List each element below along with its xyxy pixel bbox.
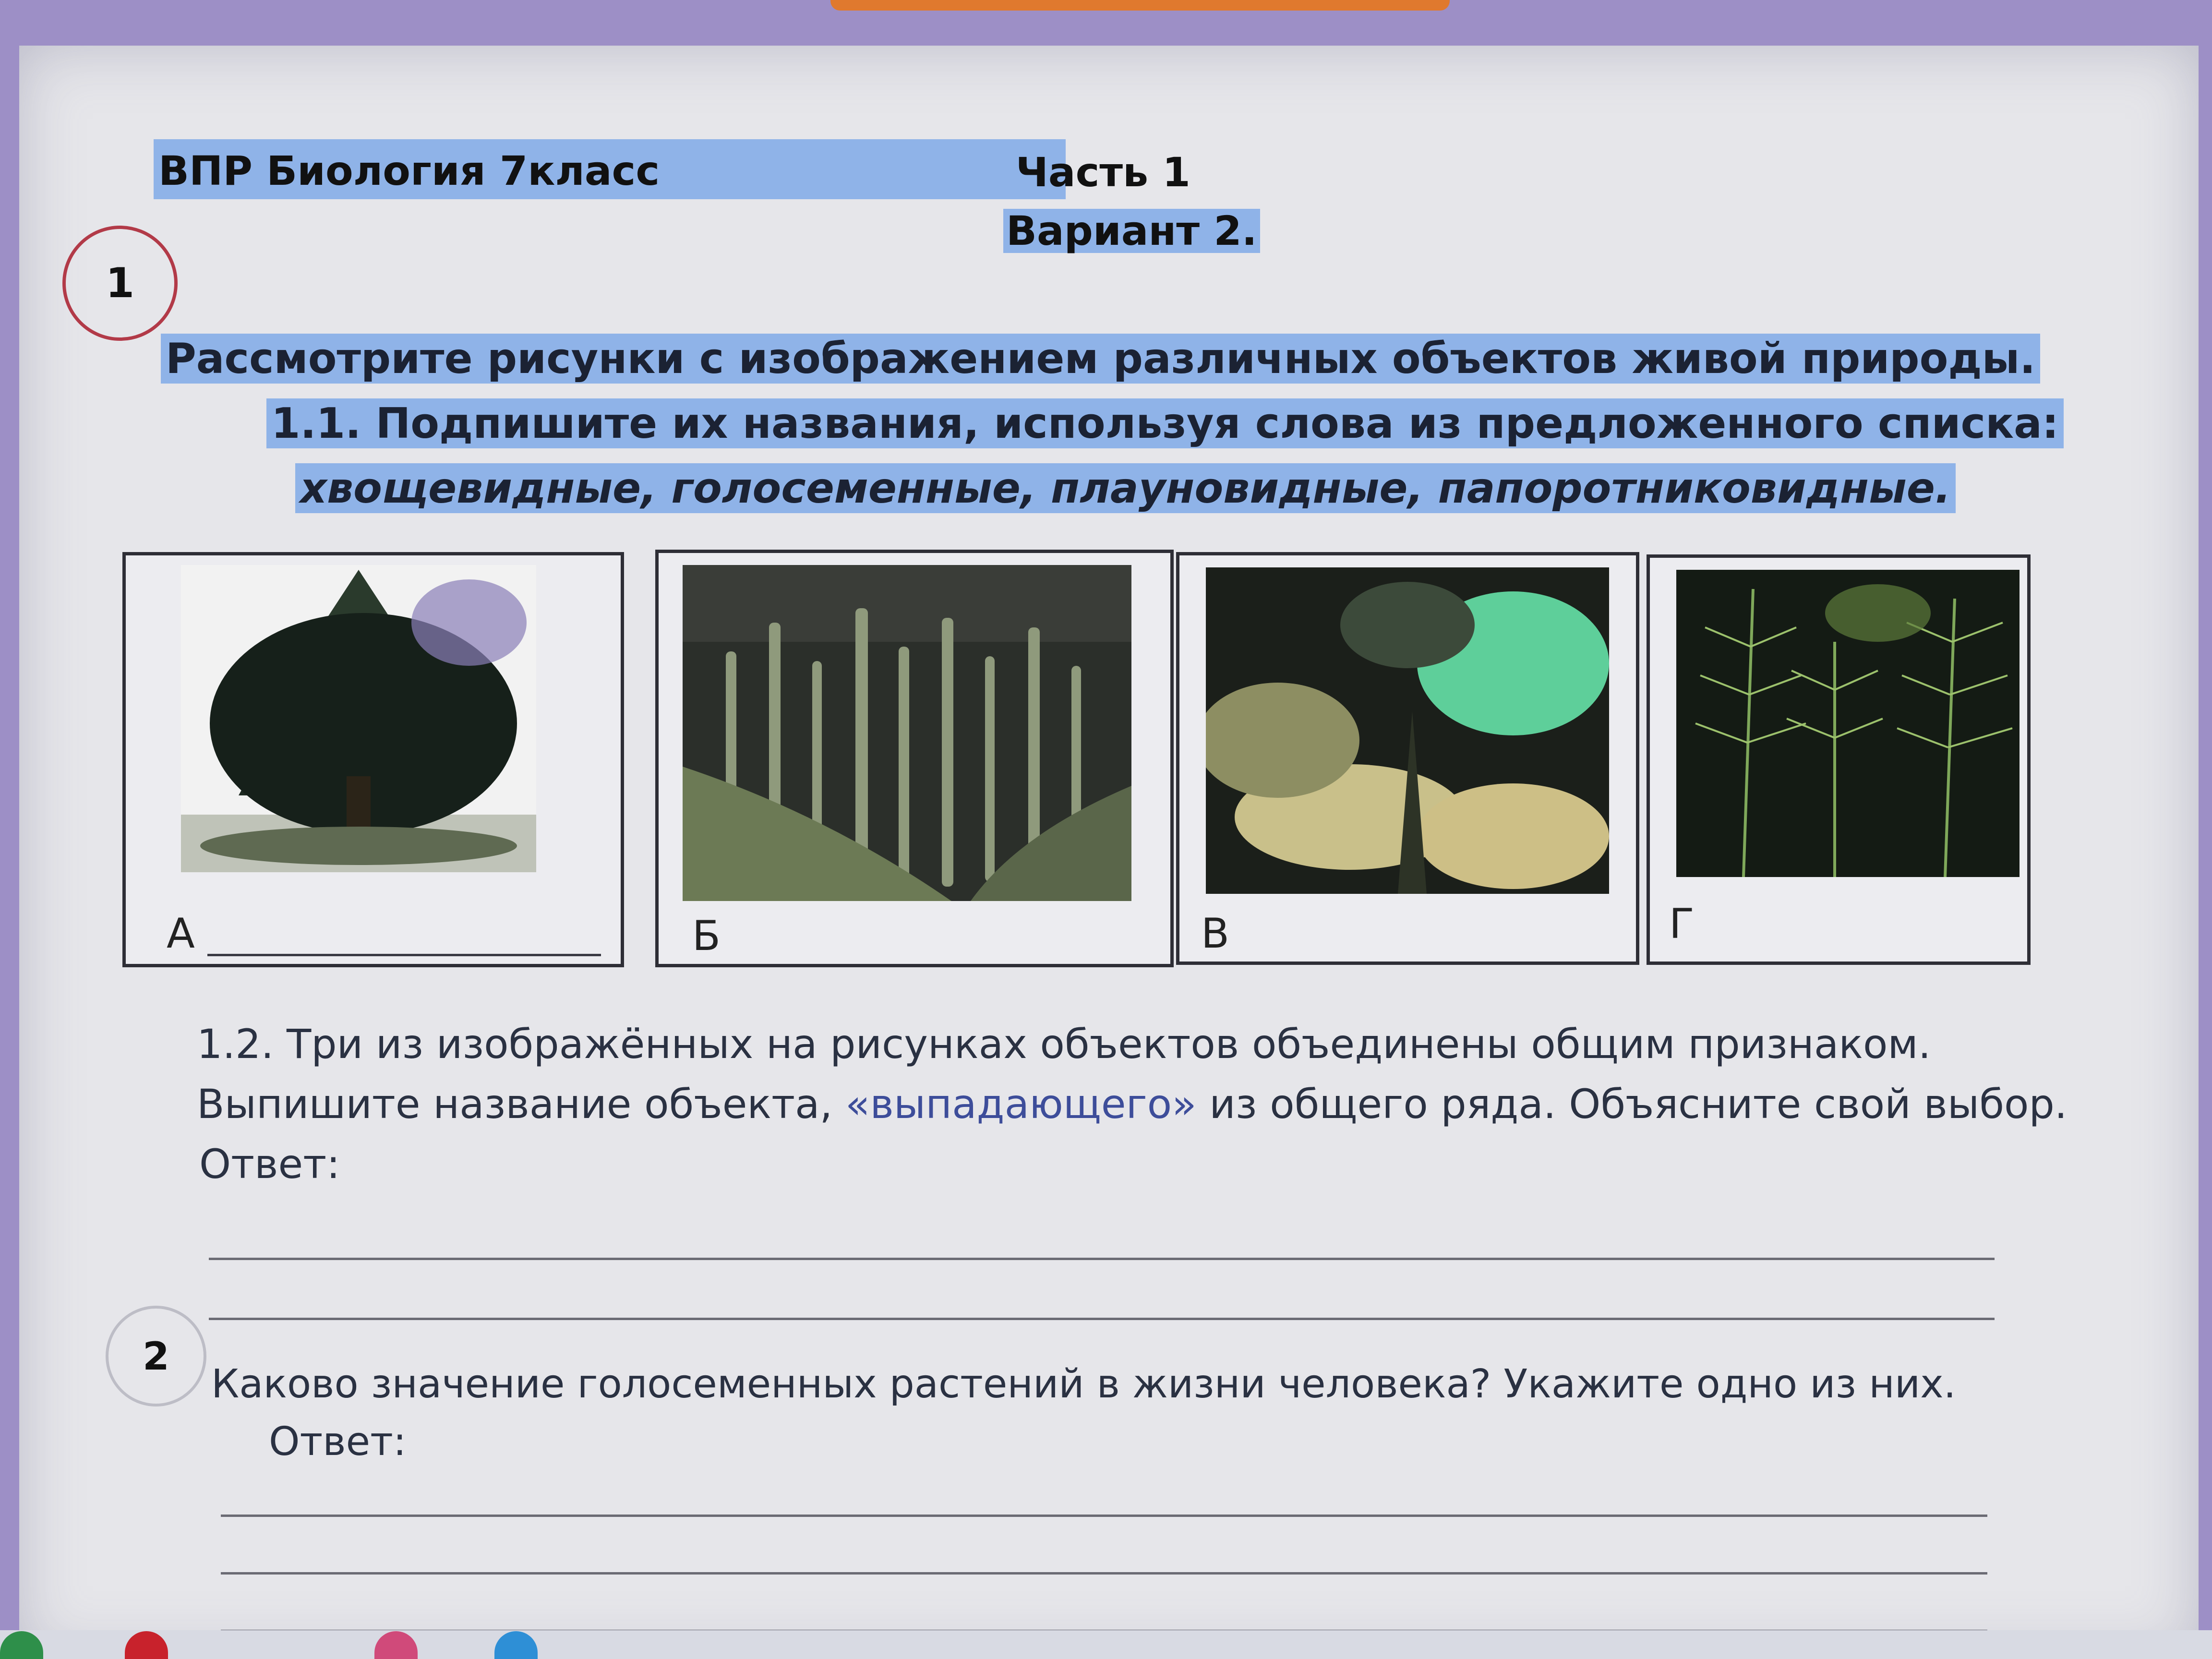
task2-answer-line-2[interactable]: [221, 1572, 1987, 1575]
taskbar: [0, 1630, 2212, 1659]
task1-intro: Рассмотрите рисунки с изображением разли…: [161, 334, 2041, 384]
task-number-1: 1: [62, 226, 178, 341]
task1-question-1-2-line1: 1.2. Три из изображённых на рисунках объ…: [197, 1021, 1931, 1068]
task1-question-1-2-line2: Выпишите название объекта, «выпадающего»…: [197, 1080, 2067, 1129]
window-top-accent: [830, 0, 1450, 11]
card-label-g: Г: [1669, 900, 1695, 948]
task-number-2: 2: [106, 1306, 206, 1407]
q1-2-text-quoted: «выпадающего»: [845, 1081, 1197, 1128]
task2-question: Каково значение голосеменных растений в …: [211, 1361, 1956, 1407]
picture-card-g: Г: [1647, 554, 2031, 965]
document-screen: ВПР Биология 7класс Часть 1 Вариант 2. 1…: [19, 46, 2199, 1659]
card-label-b: Б: [692, 912, 721, 960]
clubmoss-image: [683, 565, 1131, 901]
task1-question-1-1: 1.1. Подпишите их названия, используя сл…: [266, 398, 2064, 449]
worksheet-page: ВПР Биология 7класс Часть 1 Вариант 2. 1…: [19, 46, 2199, 1659]
task1-answer-label: Ответ:: [199, 1141, 340, 1188]
card-a-answer-line[interactable]: [207, 954, 601, 956]
task1-answer-line-1[interactable]: [209, 1258, 1995, 1260]
card-label-v: В: [1201, 910, 1229, 958]
q1-2-text-a: Выпишите название объекта,: [197, 1081, 845, 1128]
picture-card-b: Б: [655, 550, 1174, 967]
header-part: Часть 1: [1016, 149, 1190, 196]
picture-card-a: А: [122, 552, 624, 967]
picture-card-v: В: [1176, 552, 1639, 965]
horsetail-image: [1676, 570, 2020, 877]
q1-2-text-c: из общего ряда. Объясните свой выбор.: [1196, 1081, 2068, 1128]
header-title: ВПР Биология 7класс: [158, 147, 660, 194]
task1-answer-line-2[interactable]: [209, 1318, 1995, 1320]
conifer-tree-image: [181, 565, 536, 872]
task2-answer-label: Ответ:: [269, 1419, 407, 1465]
card-label-a: А: [167, 910, 195, 958]
fern-image: [1206, 567, 1609, 894]
task1-word-list: хвощевидные, голосеменные, плауновидные,…: [295, 463, 1956, 514]
header-variant: Вариант 2.: [1003, 209, 1260, 253]
task2-answer-line-1[interactable]: [221, 1515, 1987, 1517]
